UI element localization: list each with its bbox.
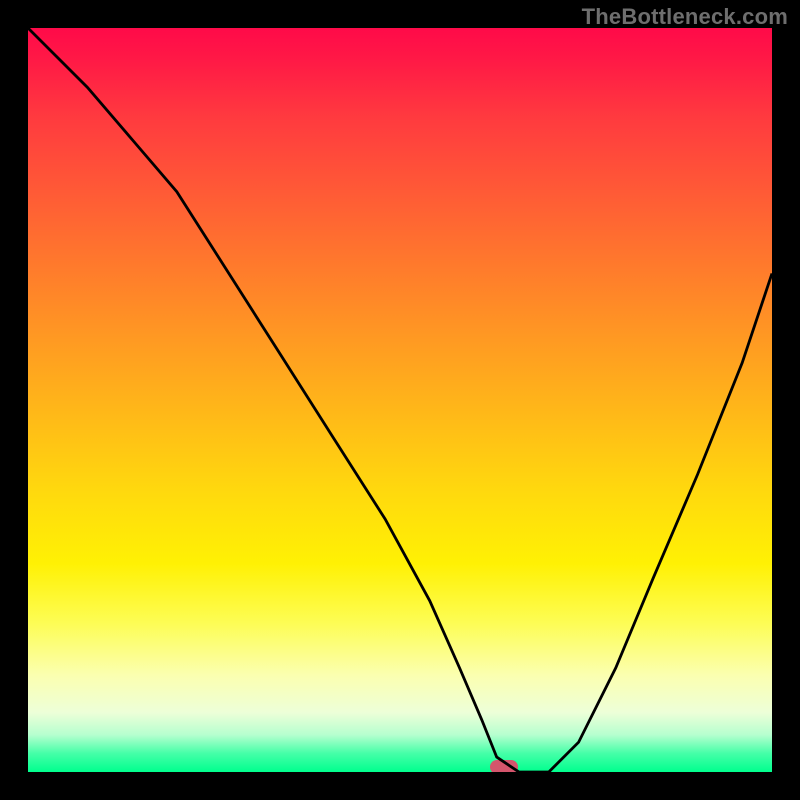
plot-area — [28, 28, 772, 772]
chart-frame: TheBottleneck.com — [0, 0, 800, 800]
watermark-label: TheBottleneck.com — [582, 4, 788, 30]
bottleneck-curve — [28, 28, 772, 772]
curve-path — [28, 28, 772, 772]
